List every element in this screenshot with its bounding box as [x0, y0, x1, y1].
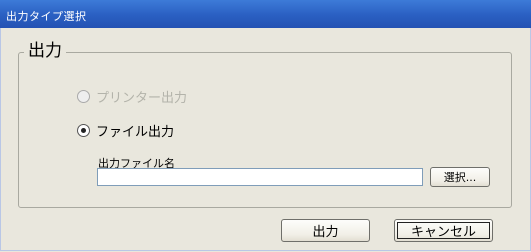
printer-output-option[interactable]: プリンター出力	[77, 87, 187, 106]
window-title: 出力タイプ選択	[6, 10, 87, 23]
cancel-button[interactable]: キャンセル	[394, 219, 493, 242]
file-output-radio[interactable]	[77, 124, 90, 137]
output-group-label: 出力	[24, 41, 66, 61]
printer-output-label: プリンター出力	[96, 91, 188, 106]
title-bar[interactable]: 出力タイプ選択	[0, 0, 531, 28]
file-output-label: ファイル出力	[96, 125, 175, 140]
file-output-option[interactable]: ファイル出力	[77, 121, 174, 140]
output-button[interactable]: 出力	[281, 219, 370, 242]
printer-output-radio[interactable]	[77, 90, 90, 103]
output-file-name-input[interactable]	[97, 168, 423, 186]
browse-button[interactable]: 選択...	[430, 167, 490, 187]
